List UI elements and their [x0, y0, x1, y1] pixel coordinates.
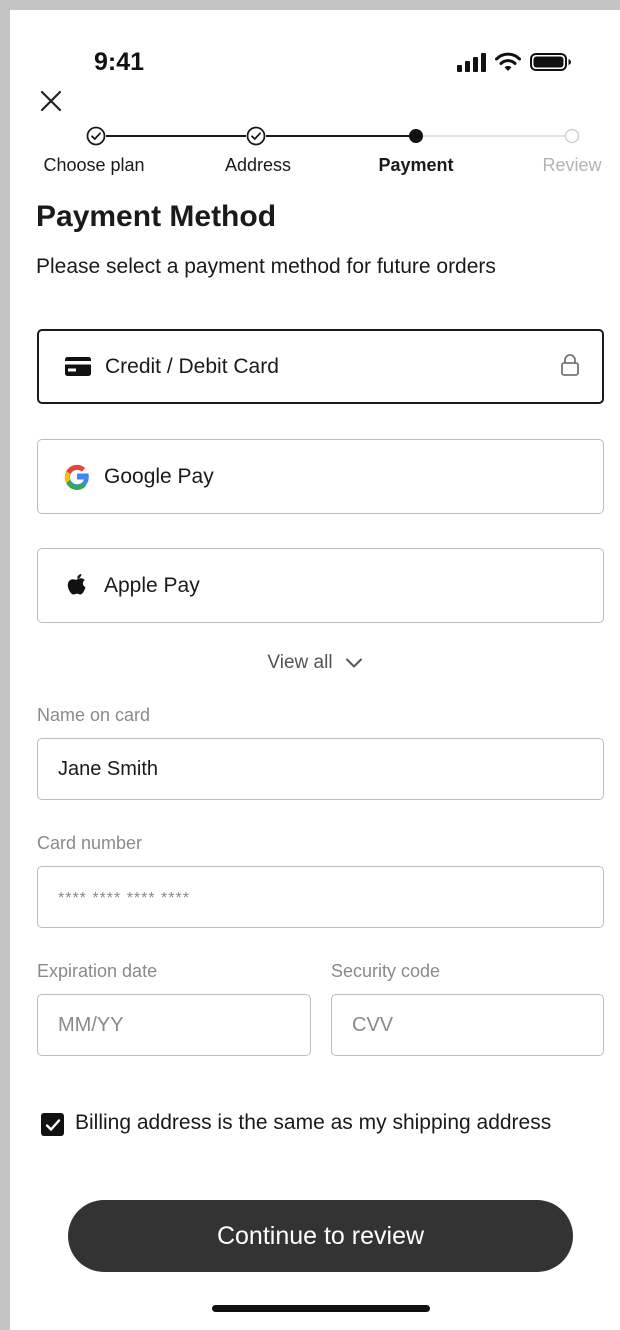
security-code-label: Security code	[331, 961, 441, 981]
security-code-input[interactable]	[331, 994, 604, 1056]
step-label-review: Review	[542, 155, 602, 175]
card-number-label: Card number	[37, 833, 143, 853]
signal-icon	[457, 53, 486, 72]
status-icons	[456, 52, 572, 72]
billing-same-checkbox[interactable]	[41, 1113, 64, 1136]
current-step-dot-icon	[409, 129, 423, 143]
payment-option-label: Credit / Debit Card	[105, 354, 279, 378]
payment-option-label: Apple Pay	[104, 573, 200, 597]
payment-option-label: Google Pay	[104, 464, 214, 488]
page-subtitle: Please select a payment method for futur…	[36, 255, 496, 278]
step-node-choose-plan	[86, 126, 106, 146]
lock-icon	[560, 353, 580, 382]
close-icon	[40, 90, 62, 112]
payment-option-apple-pay[interactable]: Apple Pay	[37, 548, 604, 623]
step-label-choose-plan: Choose plan	[43, 155, 145, 175]
credit-card-icon	[63, 357, 93, 376]
expiration-date-input[interactable]	[37, 994, 311, 1056]
step-connector	[106, 135, 246, 137]
view-all-label: View all	[267, 652, 333, 673]
payment-option-card[interactable]: Credit / Debit Card	[37, 329, 604, 404]
billing-same-label: Billing address is the same as my shippi…	[75, 1111, 552, 1134]
step-node-address	[246, 126, 266, 146]
name-on-card-input[interactable]	[37, 738, 604, 800]
google-icon	[62, 463, 92, 491]
check-circle-icon	[246, 126, 266, 146]
battery-icon	[530, 53, 571, 71]
view-all-button[interactable]: View all	[10, 652, 620, 674]
progress-stepper: Choose plan Address Payment Review	[10, 124, 620, 184]
payment-screen: 9:41 Choose plan Address Payment Review …	[10, 10, 620, 1330]
check-circle-icon	[86, 126, 106, 146]
continue-to-review-button[interactable]: Continue to review	[68, 1200, 573, 1272]
name-on-card-label: Name on card	[37, 705, 151, 725]
step-connector	[423, 135, 565, 137]
payment-option-google-pay[interactable]: Google Pay	[37, 439, 604, 514]
wifi-icon	[495, 52, 521, 71]
home-indicator	[212, 1305, 430, 1312]
step-label-address: Address	[224, 155, 292, 175]
page-title: Payment Method	[36, 200, 277, 233]
empty-step-circle-icon	[564, 128, 580, 144]
step-connector	[266, 135, 409, 137]
checkmark-icon	[45, 1118, 60, 1131]
chevron-down-icon	[345, 658, 362, 668]
step-node-payment	[406, 126, 426, 146]
close-button[interactable]	[36, 86, 66, 116]
status-time: 9:41	[94, 48, 145, 76]
step-label-payment: Payment	[378, 155, 454, 175]
apple-icon	[62, 571, 92, 601]
card-number-input[interactable]	[37, 866, 604, 928]
expiration-date-label: Expiration date	[37, 961, 158, 981]
step-node-review	[562, 126, 582, 146]
